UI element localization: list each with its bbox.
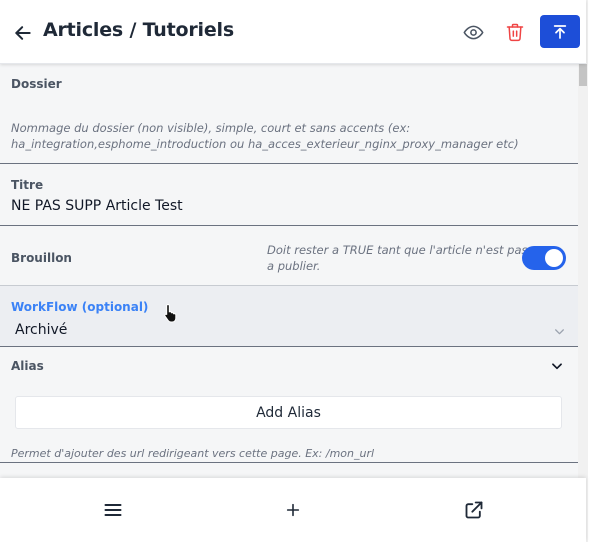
open-external-button[interactable] xyxy=(461,497,487,523)
arrow-left-icon xyxy=(15,26,31,40)
chevron-down-icon[interactable] xyxy=(553,325,566,338)
plus-icon xyxy=(286,503,300,517)
menu-button[interactable] xyxy=(100,497,126,523)
delete-button[interactable] xyxy=(503,20,527,44)
alias-hint: Permet d'ajouter des url redirigeant ver… xyxy=(11,447,375,460)
scrollbar-thumb[interactable] xyxy=(579,64,587,86)
dossier-hint-line1: Nommage du dossier (non visible), simple… xyxy=(11,121,411,135)
app-header: Articles / Tutoriels xyxy=(0,0,586,64)
add-button[interactable] xyxy=(280,497,306,523)
trash-icon xyxy=(506,23,524,42)
external-link-icon xyxy=(465,501,483,519)
titre-input-value[interactable]: NE PAS SUPP Article Test xyxy=(11,198,183,214)
add-alias-button[interactable]: Add Alias xyxy=(15,396,562,429)
workflow-label: WorkFlow (optional) xyxy=(11,300,149,314)
article-form: Dossier Nommage du dossier (non visible)… xyxy=(0,64,578,478)
page-title: Articles / Tutoriels xyxy=(43,19,234,41)
brouillon-toggle[interactable] xyxy=(522,246,566,270)
upload-icon xyxy=(553,24,567,39)
toggle-knob xyxy=(545,249,563,267)
brouillon-hint-line1: Doit rester a TRUE tant que l'article n'… xyxy=(267,243,528,257)
preview-button[interactable] xyxy=(461,20,485,44)
brouillon-label: Brouillon xyxy=(11,251,72,265)
background-page-strip xyxy=(578,0,590,542)
hand-cursor-icon xyxy=(164,303,177,323)
workflow-selected-value[interactable]: Archivé xyxy=(15,322,67,338)
publish-button[interactable] xyxy=(540,15,580,48)
dossier-field[interactable]: Dossier Nommage du dossier (non visible)… xyxy=(0,64,578,164)
dossier-label: Dossier xyxy=(11,77,62,91)
chevron-down-icon[interactable] xyxy=(550,359,564,373)
titre-label: Titre xyxy=(11,178,44,192)
workflow-select[interactable]: WorkFlow (optional) Archivé xyxy=(0,286,578,347)
back-button[interactable] xyxy=(10,20,36,46)
bottom-toolbar xyxy=(0,478,586,542)
brouillon-field: Brouillon Doit rester a TRUE tant que l'… xyxy=(0,226,578,286)
dossier-hint-line2: ha_integration,esphome_introduction ou h… xyxy=(11,137,519,151)
alias-label: Alias xyxy=(11,359,44,373)
menu-icon xyxy=(104,504,122,516)
brouillon-hint-line2: a publier. xyxy=(267,259,321,273)
eye-icon xyxy=(463,25,483,39)
titre-field[interactable]: Titre NE PAS SUPP Article Test xyxy=(0,164,578,226)
